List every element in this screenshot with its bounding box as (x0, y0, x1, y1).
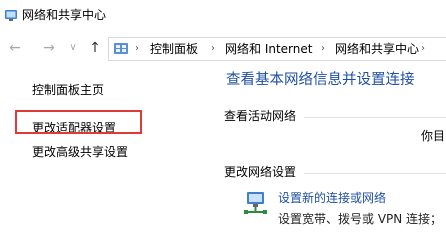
highlight-box (15, 110, 142, 134)
active-network-text: 你目 (421, 129, 446, 143)
left-task-pane: 控制面板主页 更改适配器设置 更改高级共享设置 (0, 62, 212, 249)
active-networks-label: 查看活动网络 (224, 109, 297, 123)
control-panel-home-link[interactable]: 控制面板主页 (32, 82, 104, 98)
breadcrumb-separator: › (421, 43, 425, 54)
new-connection-icon (244, 192, 267, 214)
control-panel-icon (114, 43, 128, 54)
section-divider (304, 117, 446, 118)
window-title: 网络和共享中心 (22, 8, 107, 22)
back-button[interactable]: ← (6, 38, 24, 58)
breadcrumb-separator: › (321, 43, 325, 54)
change-advanced-sharing-link[interactable]: 更改高级共享设置 (32, 144, 128, 160)
setup-new-connection-link[interactable]: 设置新的连接或网络 (278, 190, 386, 206)
main-content: 查看基本网络信息并设置连接 查看活动网络 你目 更改网络设置 设置新的连接或网络… (212, 62, 446, 249)
setup-connection-description: 设置宽带、拨号或 VPN 连接； (278, 212, 443, 226)
recent-locations-button[interactable]: ∨ (64, 38, 82, 58)
breadcrumb-separator: › (135, 43, 139, 54)
breadcrumb-separator: › (211, 43, 215, 54)
change-network-settings-label: 更改网络设置 (224, 165, 297, 179)
breadcrumb-network-internet[interactable]: 网络和 Internet (225, 38, 312, 60)
forward-button[interactable]: → (40, 38, 58, 58)
title-bar: 网络和共享中心 (0, 0, 446, 35)
breadcrumb-network-sharing-center[interactable]: 网络和共享中心 (335, 38, 419, 60)
navigation-bar: ← → ∨ ↑ › 控制面板 › 网络和 Internet › 网络和共享中心 … (0, 34, 446, 62)
page-heading: 查看基本网络信息并设置连接 (226, 72, 415, 88)
address-bar[interactable]: › 控制面板 › 网络和 Internet › 网络和共享中心 › (108, 37, 446, 61)
up-button[interactable]: ↑ (86, 38, 104, 58)
network-sharing-center-icon (5, 10, 17, 21)
breadcrumb-control-panel[interactable]: 控制面板 (150, 38, 198, 60)
section-divider (304, 173, 446, 174)
